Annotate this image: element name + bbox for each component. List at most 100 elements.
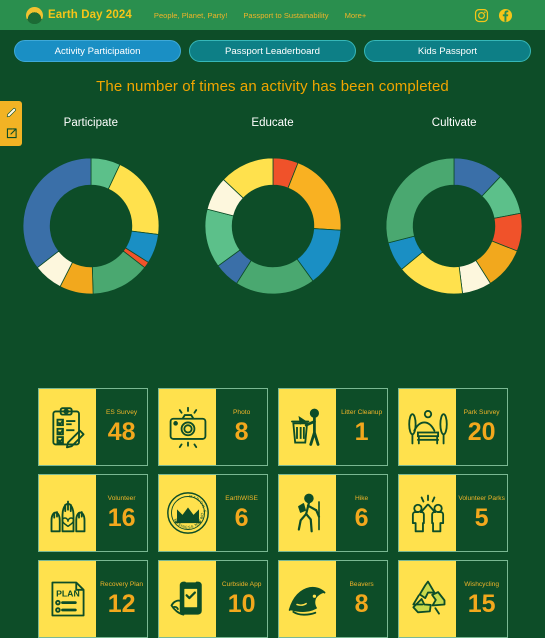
recycle-arrows-icon (412, 580, 446, 615)
table-row[interactable]: Curbside App 10 (158, 560, 268, 638)
card-count: 10 (227, 589, 256, 618)
card-icon-wrap: MARION SUSTAINABLE BUSINESS NETWORK (159, 475, 217, 551)
donut-charts-row (0, 151, 545, 301)
card-body: Recovery Plan 12 (96, 561, 147, 637)
activity-cards-grid: ES Survey 48 Photo 8 Litter Cleanup 1 Pa… (38, 388, 508, 638)
table-row[interactable]: Litter Cleanup 1 (278, 388, 388, 466)
card-label: Hike (355, 495, 369, 503)
donut-segment[interactable] (107, 163, 160, 235)
card-count: 5 (474, 503, 489, 532)
earthwise-badge-icon: MARION SUSTAINABLE BUSINESS NETWORK (166, 491, 209, 534)
donut-chart-participate-cell (0, 151, 182, 301)
card-icon-wrap (159, 561, 217, 637)
card-icon-wrap (399, 475, 457, 551)
card-icon-wrap (279, 389, 337, 465)
card-body: Beavers 8 (336, 561, 387, 637)
card-icon-wrap (159, 389, 217, 465)
svg-text:PLAN: PLAN (56, 588, 80, 598)
chart-label-cultivate: Cultivate (431, 117, 477, 129)
card-count: 48 (107, 417, 136, 446)
pencil-edit-icon[interactable] (5, 106, 18, 119)
card-body: ES Survey 48 (96, 389, 147, 465)
card-icon-wrap (279, 475, 337, 551)
card-label: Curbside App (221, 581, 262, 589)
donut-chart-participate (22, 157, 160, 295)
tab-kids-passport[interactable]: Kids Passport (364, 40, 531, 62)
table-row[interactable]: Park Survey 20 (398, 388, 508, 466)
card-count: 20 (467, 417, 496, 446)
card-count: 6 (354, 503, 369, 532)
card-icon-wrap (39, 475, 97, 551)
table-row[interactable]: MARION SUSTAINABLE BUSINESS NETWORK Eart… (158, 474, 268, 552)
card-count: 1 (354, 417, 369, 446)
card-label: Litter Cleanup (341, 409, 383, 417)
raised-hands-icon (50, 500, 86, 533)
donut-segment[interactable] (385, 157, 455, 244)
card-count: 15 (467, 589, 496, 618)
chart-labels-row: Participate Educate Cultivate (0, 117, 545, 129)
donut-chart-cultivate (385, 157, 523, 295)
table-row[interactable]: Beavers 8 (278, 560, 388, 638)
card-count: 12 (107, 589, 136, 618)
card-body: Photo 8 (216, 389, 267, 465)
table-row[interactable]: ES Survey 48 (38, 388, 148, 466)
card-label: Park Survey (463, 409, 500, 417)
top-navbar: Earth Day 2024 People, Planet, Party! Pa… (0, 0, 545, 30)
plan-document-icon: PLAN (51, 581, 85, 617)
phone-checklist-icon (170, 580, 202, 616)
hiker-icon (297, 493, 320, 533)
park-bench-icon (407, 410, 448, 445)
share-export-icon[interactable] (5, 127, 18, 140)
litter-bin-person-icon (290, 408, 320, 446)
high-five-icon (411, 494, 444, 533)
brand-title: Earth Day 2024 (48, 9, 132, 21)
table-row[interactable]: Hike 6 (278, 474, 388, 552)
card-label: Wishcycling (464, 581, 500, 589)
card-body: EarthWISE 6 (216, 475, 267, 551)
card-icon-wrap (39, 389, 97, 465)
card-body: Volunteer Parks 5 (456, 475, 507, 551)
card-body: Hike 6 (336, 475, 387, 551)
card-icon-wrap (279, 561, 337, 637)
earth-day-logo-icon (26, 6, 43, 24)
card-body: Curbside App 10 (216, 561, 267, 637)
table-row[interactable]: Volunteer 16 (38, 474, 148, 552)
card-label: Volunteer Parks (458, 495, 505, 503)
clipboard-checklist-icon (52, 407, 85, 449)
card-count: 8 (354, 589, 369, 618)
chart-label-educate: Educate (251, 117, 294, 129)
table-row[interactable]: PLAN Recovery Plan 12 (38, 560, 148, 638)
tab-activity-participation[interactable]: Activity Participation (14, 40, 181, 62)
camera-icon (169, 406, 206, 449)
side-edit-rail (0, 101, 22, 146)
brand[interactable]: Earth Day 2024 (26, 6, 132, 24)
card-label: EarthWISE (225, 495, 258, 503)
donut-chart-educate (204, 157, 341, 295)
card-count: 16 (107, 503, 136, 532)
card-count: 8 (234, 417, 249, 446)
social-links (474, 8, 513, 23)
card-icon-wrap (399, 389, 457, 465)
table-row[interactable]: Volunteer Parks 5 (398, 474, 508, 552)
chart-label-participate: Participate (63, 117, 118, 129)
table-row[interactable]: Photo 8 (158, 388, 268, 466)
card-icon-wrap (399, 561, 457, 637)
nav-link-passport-to-sustainability[interactable]: Passport to Sustainability (243, 11, 328, 20)
card-label: Recovery Plan (100, 581, 144, 589)
page-title: The number of times an activity has been… (96, 78, 449, 95)
facebook-icon[interactable] (498, 8, 513, 23)
table-row[interactable]: Wishcycling 15 (398, 560, 508, 638)
donut-segment[interactable] (287, 162, 341, 231)
nav-link-more[interactable]: More+ (345, 11, 367, 20)
card-label: Volunteer (107, 495, 136, 503)
tab-passport-leaderboard[interactable]: Passport Leaderboard (189, 40, 356, 62)
card-label: Beavers (349, 581, 374, 589)
instagram-icon[interactable] (474, 8, 489, 23)
card-count: 6 (234, 503, 249, 532)
beaver-icon (288, 586, 326, 616)
nav-links: People, Planet, Party! Passport to Susta… (154, 11, 366, 20)
card-icon-wrap: PLAN (39, 561, 97, 637)
card-body: Park Survey 20 (456, 389, 507, 465)
nav-link-people-planet-party[interactable]: People, Planet, Party! (154, 11, 227, 20)
donut-segment[interactable] (22, 157, 92, 269)
